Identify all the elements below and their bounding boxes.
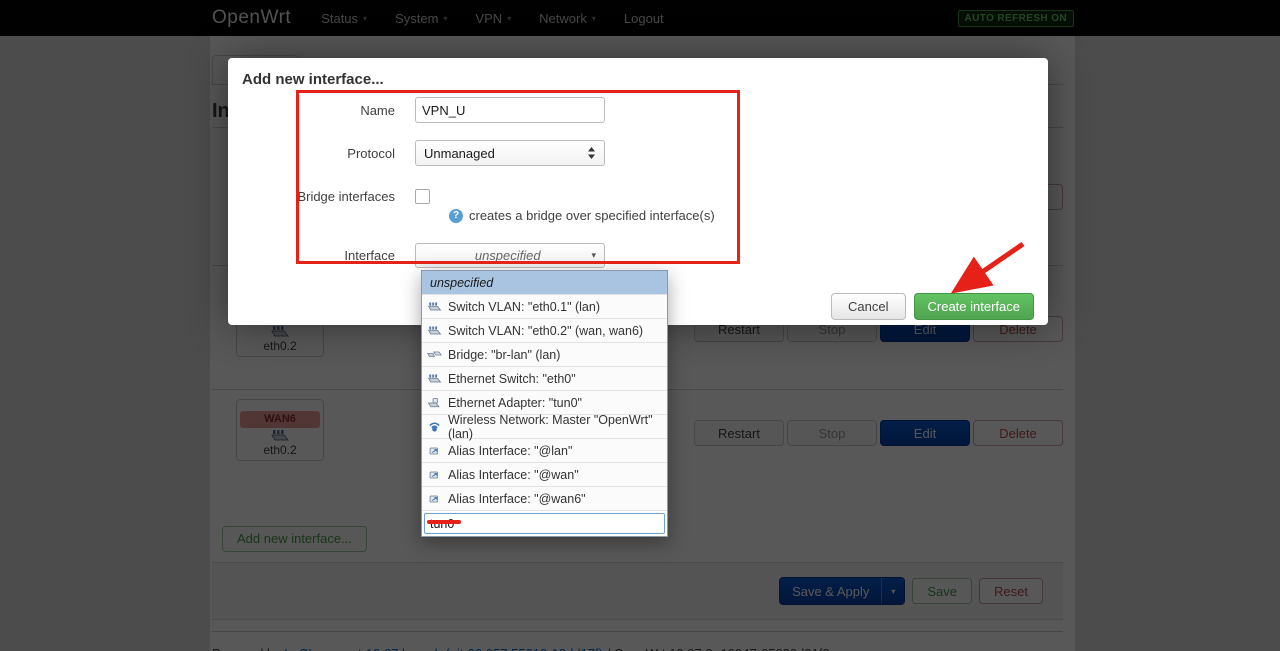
dropdown-option[interactable]: Alias Interface: "@lan" (422, 438, 667, 462)
dropdown-option-unspecified[interactable]: unspecified (422, 271, 667, 294)
interface-selected-value: unspecified (424, 248, 591, 263)
modal-title: Add new interface... (242, 71, 1034, 89)
switch-vlan-icon (427, 325, 442, 337)
bridge-icon (427, 349, 442, 361)
dropdown-option[interactable]: Bridge: "br-lan" (lan) (422, 342, 667, 366)
alias-interface-icon (427, 469, 442, 481)
interface-dropdown-list: unspecified Switch VLAN: "eth0.1" (lan) … (421, 270, 668, 537)
help-icon: ? (449, 209, 463, 223)
alias-interface-icon (427, 493, 442, 505)
openwrt-luci-page: OpenWrt Status ▾ System ▾ VPN ▾ Network … (0, 0, 1280, 651)
interface-field-label: Interface (242, 248, 415, 263)
cancel-button[interactable]: Cancel (831, 293, 905, 320)
protocol-field-label: Protocol (242, 146, 415, 161)
bridge-field-label: Bridge interfaces (242, 189, 415, 204)
bridge-interfaces-checkbox[interactable] (415, 189, 430, 204)
protocol-selected-value: Unmanaged (424, 146, 587, 161)
dropdown-option[interactable]: Ethernet Adapter: "tun0" (422, 390, 667, 414)
wireless-network-icon (427, 420, 442, 433)
ethernet-switch-icon (427, 373, 442, 385)
create-interface-button[interactable]: Create interface (914, 293, 1035, 320)
name-input[interactable] (415, 97, 605, 123)
dropdown-option[interactable]: Alias Interface: "@wan" (422, 462, 667, 486)
custom-interface-input[interactable] (424, 513, 665, 534)
name-field-label: Name (242, 103, 415, 118)
dropdown-option[interactable]: Switch VLAN: "eth0.2" (wan, wan6) (422, 318, 667, 342)
dropdown-option[interactable]: Switch VLAN: "eth0.1" (lan) (422, 294, 667, 318)
dropdown-option[interactable]: Alias Interface: "@wan6" (422, 486, 667, 510)
bridge-help-text: creates a bridge over specified interfac… (469, 208, 715, 223)
alias-interface-icon (427, 445, 442, 457)
dropdown-option[interactable]: Wireless Network: Master "OpenWrt" (lan) (422, 414, 667, 438)
dropdown-option[interactable]: Ethernet Switch: "eth0" (422, 366, 667, 390)
chevron-down-icon: ▾ (591, 250, 596, 261)
protocol-select[interactable]: Unmanaged (415, 140, 605, 166)
interface-dropdown[interactable]: unspecified ▾ (415, 243, 605, 268)
switch-vlan-icon (427, 301, 442, 313)
ethernet-adapter-icon (427, 397, 442, 409)
select-updown-icon (587, 146, 596, 160)
